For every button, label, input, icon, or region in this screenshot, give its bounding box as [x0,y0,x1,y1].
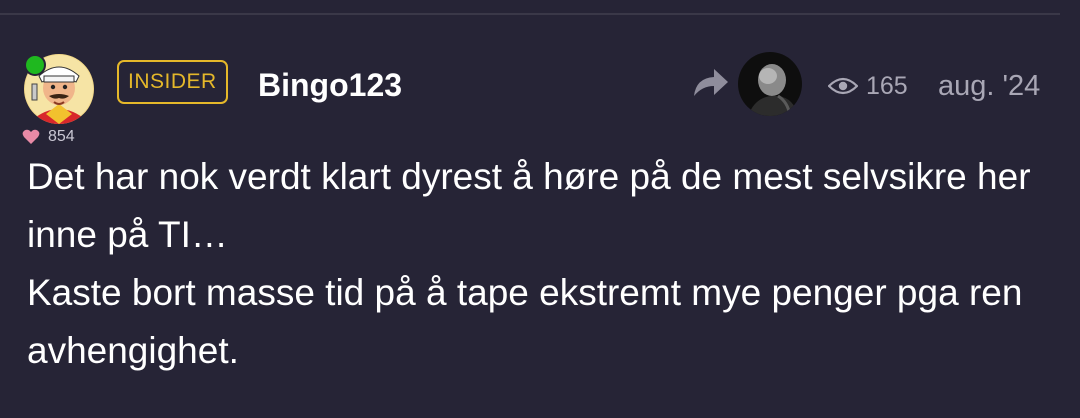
reply-arrow-icon[interactable] [690,66,730,102]
post-paragraph: Det har nok verdt klart dyrest å høre på… [27,156,1031,255]
likes-count: 854 [48,128,75,145]
insider-badge: INSIDER [117,60,228,104]
heart-icon [22,129,40,144]
views-count: 165 [866,71,908,100]
reply-to-avatar[interactable] [738,52,802,116]
view-counter: 165 [828,66,908,106]
post-card: 854 INSIDER Bingo123 165 aug. '24 Det ha… [0,0,1080,418]
post-paragraph: Kaste bort masse tid på å tape ekstremt … [27,272,1023,371]
post-body: Det har nok verdt klart dyrest å høre på… [27,148,1037,380]
author-username[interactable]: Bingo123 [258,63,402,107]
author-likes: 854 [22,126,75,148]
eye-icon [828,77,858,95]
author-avatar-wrapper[interactable] [24,54,94,124]
user-avatar-photo-icon [738,52,802,116]
post-date[interactable]: aug. '24 [938,66,1040,106]
online-status-indicator [24,54,46,76]
